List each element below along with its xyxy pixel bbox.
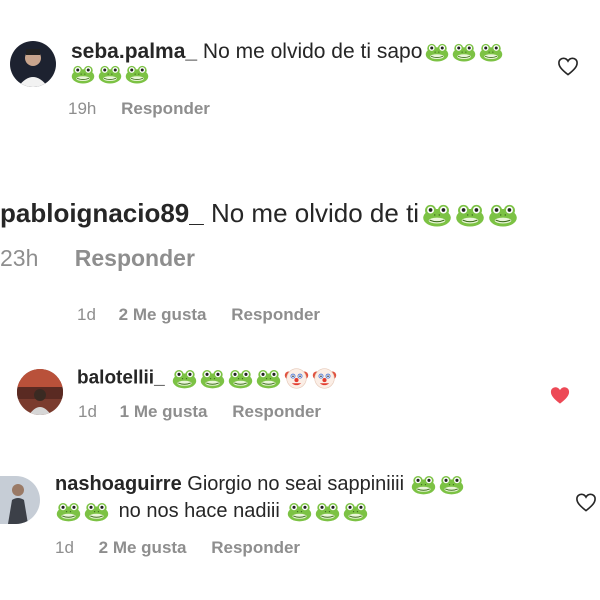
emoji-group — [284, 500, 368, 522]
like-button[interactable] — [557, 56, 579, 76]
clown-emoji-icon — [312, 366, 337, 391]
emoji-group — [53, 500, 109, 522]
emoji-group — [422, 40, 503, 63]
frog-emoji-icon — [439, 475, 464, 495]
emoji-group — [68, 62, 149, 85]
frog-emoji-icon — [125, 65, 149, 84]
avatar-balotellii[interactable] — [17, 369, 63, 415]
like-button[interactable] — [549, 385, 571, 405]
emoji-group — [169, 368, 337, 389]
comment-text: No me olvido de ti — [210, 198, 420, 228]
comment-4-meta: 1d 1 Me gusta Responder — [78, 402, 321, 422]
comment-time: 1d — [77, 305, 96, 324]
frog-emoji-icon — [56, 502, 81, 522]
frog-emoji-icon — [422, 204, 452, 227]
frog-emoji-icon — [98, 65, 122, 84]
comment-username[interactable]: nashoaguirre — [55, 473, 182, 495]
like-button[interactable] — [575, 492, 597, 512]
avatar-nashoaguirre[interactable] — [0, 476, 40, 524]
frog-emoji-icon — [256, 369, 281, 389]
emoji-group — [419, 198, 518, 228]
reply-button[interactable]: Responder — [231, 305, 320, 324]
comment-3-meta: 1d 2 Me gusta Responder — [77, 305, 320, 325]
frog-emoji-icon — [411, 475, 436, 495]
frog-emoji-icon — [315, 502, 340, 522]
comment-5-line-2: no nos hace nadiii — [53, 500, 368, 523]
comment-username[interactable]: balotellii_ — [77, 368, 165, 389]
frog-emoji-icon — [71, 65, 95, 84]
heart-filled-icon — [549, 385, 571, 405]
frog-emoji-icon — [200, 369, 225, 389]
likes-count-button[interactable]: 2 Me gusta — [99, 538, 187, 557]
frog-emoji-icon — [84, 502, 109, 522]
frog-emoji-icon — [172, 369, 197, 389]
reply-button[interactable]: Responder — [211, 538, 300, 557]
heart-outline-icon — [575, 492, 597, 512]
comment-username[interactable]: pabloignacio89_ — [0, 198, 204, 228]
frog-emoji-icon — [479, 43, 503, 62]
comment-time: 1d — [78, 402, 97, 421]
comment-text: No me olvido de ti sapo — [202, 40, 423, 63]
reply-button[interactable]: Responder — [121, 99, 210, 118]
reply-button[interactable]: Responder — [75, 245, 195, 271]
comment-2-meta: 23h Responder — [0, 245, 195, 272]
comment-5-line-1: nashoaguirre Giorgio no seai sappiniiii — [55, 473, 464, 496]
comment-5-meta: 1d 2 Me gusta Responder — [55, 538, 300, 558]
frog-emoji-icon — [343, 502, 368, 522]
comment-1-meta: 19h Responder — [68, 99, 210, 119]
frog-emoji-icon — [228, 369, 253, 389]
emoji-group — [408, 473, 464, 495]
comment-1-line-1: seba.palma_ No me olvido de ti sapo — [71, 40, 503, 64]
reply-button[interactable]: Responder — [232, 402, 321, 421]
frog-emoji-icon — [287, 502, 312, 522]
comment-1-line-2 — [68, 62, 149, 86]
frog-emoji-icon — [425, 43, 449, 62]
comment-4-line-1: balotellii_ — [77, 366, 337, 391]
frog-emoji-icon — [455, 204, 485, 227]
frog-emoji-icon — [452, 43, 476, 62]
comment-username[interactable]: seba.palma_ — [71, 40, 197, 63]
comment-time: 23h — [0, 245, 39, 271]
comment-text: no nos hace nadiii — [118, 500, 280, 522]
comment-text: Giorgio no seai sappiniiii — [187, 473, 405, 495]
comment-time: 19h — [68, 99, 97, 118]
frog-emoji-icon — [488, 204, 518, 227]
clown-emoji-icon — [284, 366, 309, 391]
likes-count-button[interactable]: 2 Me gusta — [119, 305, 207, 324]
heart-outline-icon — [557, 56, 579, 76]
comment-2-line-1: pabloignacio89_ No me olvido de ti — [0, 198, 518, 229]
likes-count-button[interactable]: 1 Me gusta — [120, 402, 208, 421]
avatar-seba-palma[interactable] — [10, 41, 56, 87]
comment-time: 1d — [55, 538, 74, 557]
